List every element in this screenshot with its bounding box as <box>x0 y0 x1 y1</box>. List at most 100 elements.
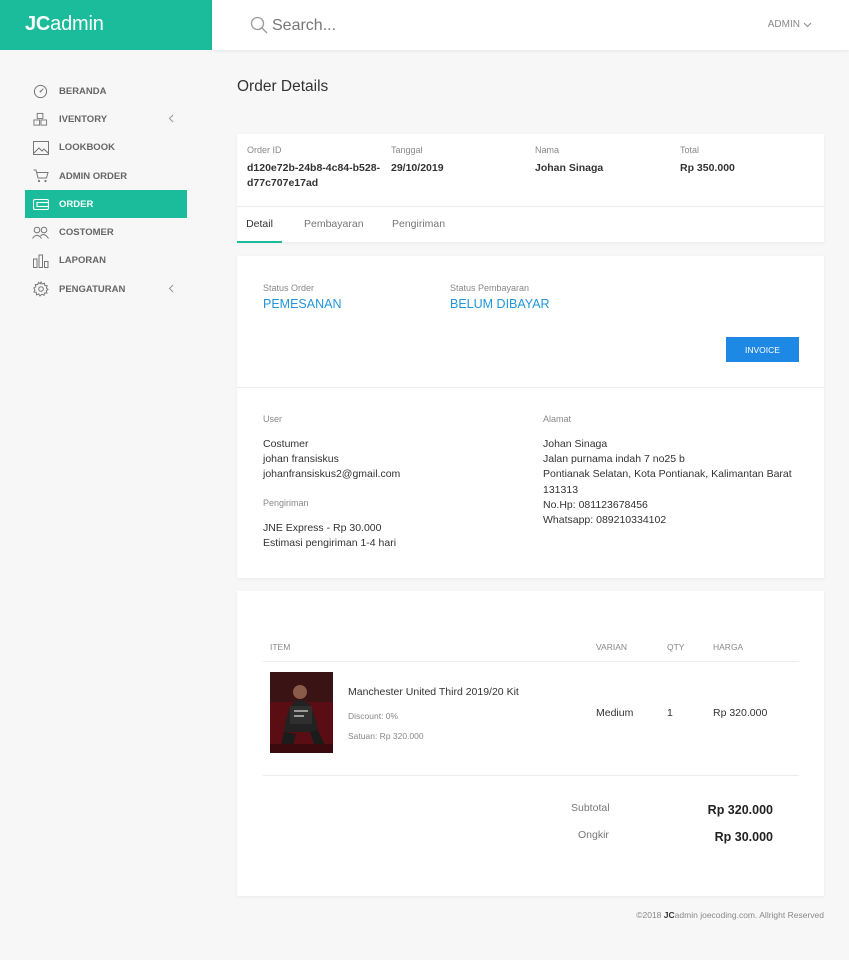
order-summary-card: Order ID d120e72b-24b8-4c84-b528- d77c70… <box>237 134 824 243</box>
column-header-harga: HARGA <box>713 642 744 652</box>
status-payment-value: BELUM DIBAYAR <box>450 297 550 311</box>
customer-name: Johan Sinaga <box>535 162 604 174</box>
search-input[interactable] <box>272 14 572 38</box>
footer: ©2018 JCadmin joecoding.com. Allright Re… <box>636 910 824 920</box>
chevron-down-icon <box>803 22 812 27</box>
bar-chart-icon <box>32 252 49 269</box>
search-icon[interactable] <box>250 16 268 34</box>
cart-icon <box>32 168 49 185</box>
product-variant: Medium <box>596 707 634 719</box>
product-discount: Discount: 0% <box>348 711 399 721</box>
product-unit-price: Satuan: Rp 320.000 <box>348 731 424 741</box>
brand-suffix: admin <box>50 13 104 35</box>
address-whatsapp: Whatsapp: 089210334102 <box>543 514 667 527</box>
footer-brand-bold: JC <box>663 910 675 920</box>
customer-name-block: Nama Johan Sinaga <box>535 145 603 176</box>
order-date-label: Tanggal <box>391 145 423 155</box>
status-payment-block: Status Pembayaran BELUM DIBAYAR <box>450 283 550 311</box>
sidebar-item-label: ADMIN ORDER <box>59 170 128 182</box>
order-id-line1: d120e72b-24b8-4c84-b528- <box>247 162 381 174</box>
admin-menu-label: ADMIN <box>767 19 800 30</box>
users-icon <box>32 224 49 241</box>
sidebar: BERANDA IVENTORY LOOKBOOK ADMIN ORDER OR… <box>25 77 187 303</box>
sidebar-item-laporan[interactable]: LAPORAN <box>25 247 187 275</box>
shipping-cost-label: Ongkir <box>578 829 609 841</box>
order-items-card: ITEM VARIAN QTY HARGA Manchester United … <box>237 591 824 896</box>
order-id-block: Order ID d120e72b-24b8-4c84-b528- d77c70… <box>247 145 387 191</box>
order-id-label: Order ID <box>247 145 282 155</box>
order-date: 29/10/2019 <box>391 162 444 174</box>
status-payment-label: Status Pembayaran <box>450 283 530 293</box>
order-date-block: Tanggal 29/10/2019 <box>391 145 444 176</box>
shipping-block: Pengiriman JNE Express - Rp 30.000 Estim… <box>263 498 396 551</box>
sidebar-item-label: LOOKBOOK <box>59 142 115 154</box>
shipping-cost-value: Rp 30.000 <box>714 830 773 844</box>
customer-name-label: Nama <box>535 145 560 155</box>
user-info-block: User Costumer johan fransiskus johanfran… <box>263 414 400 483</box>
user-name: johan fransiskus <box>263 453 339 466</box>
sidebar-item-lookbook[interactable]: LOOKBOOK <box>25 134 187 162</box>
sidebar-item-label: ORDER <box>59 198 94 210</box>
status-order-block: Status Order PEMESANAN <box>263 283 342 311</box>
tab-pengiriman[interactable]: Pengiriman <box>392 207 445 243</box>
brand-logo[interactable]: JCadmin <box>0 0 212 50</box>
sidebar-item-pengaturan[interactable]: PENGATURAN <box>25 275 187 303</box>
brand-prefix: JC <box>25 13 51 35</box>
page-title: Order Details <box>237 78 329 95</box>
sidebar-item-label: PENGATURAN <box>59 283 126 295</box>
product-price: Rp 320.000 <box>713 707 768 719</box>
subtotal-label: Subtotal <box>571 802 610 814</box>
footer-brand-rest: admin <box>674 910 698 920</box>
gear-icon <box>32 281 49 298</box>
order-total-block: Total Rp 350.000 <box>680 145 735 176</box>
table-row: Manchester United Third 2019/20 Kit Disc… <box>237 662 824 775</box>
sidebar-item-beranda[interactable]: BERANDA <box>25 77 187 105</box>
product-thumbnail[interactable] <box>270 672 333 753</box>
status-order-label: Status Order <box>263 283 315 293</box>
chevron-left-icon <box>168 114 174 123</box>
shipping-method: JNE Express - Rp 30.000 <box>263 522 382 534</box>
order-tabs: Detail Pembayaran Pengiriman <box>237 206 824 243</box>
footer-suffix: joecoding.com. Allright Reserved <box>700 910 824 920</box>
product-name[interactable]: Manchester United Third 2019/20 Kit <box>348 685 519 700</box>
footer-copyright: ©2018 <box>636 910 662 920</box>
divider <box>263 775 799 776</box>
invoice-button[interactable]: INVOICE <box>726 337 799 362</box>
sidebar-item-label: COSTOMER <box>59 227 114 239</box>
wallet-icon <box>32 196 49 213</box>
sidebar-item-order[interactable]: ORDER <box>25 190 187 219</box>
user-email: johanfransiskus2@gmail.com <box>263 468 401 481</box>
column-header-varian: VARIAN <box>596 642 628 652</box>
column-header-qty: QTY <box>667 642 685 652</box>
user-label: User <box>263 414 283 424</box>
dashboard-icon <box>32 83 49 100</box>
column-header-item: ITEM <box>270 642 291 652</box>
sidebar-item-costomer[interactable]: COSTOMER <box>25 218 187 246</box>
chevron-left-icon <box>168 284 174 293</box>
address-block: Alamat Johan Sinaga Jalan purnama indah … <box>543 414 813 528</box>
admin-menu[interactable]: ADMIN <box>768 19 812 30</box>
top-bar: ADMIN <box>212 0 849 50</box>
address-city: Pontianak Selatan, Kota Pontianak, Kalim… <box>543 468 792 481</box>
sidebar-item-label: LAPORAN <box>59 255 106 267</box>
address-postal: 131313 <box>543 483 579 496</box>
divider <box>237 387 824 388</box>
status-order-value: PEMESANAN <box>263 297 342 311</box>
sidebar-item-label: IVENTORY <box>59 113 108 125</box>
order-total: Rp 350.000 <box>680 162 735 174</box>
shipping-estimate: Estimasi pengiriman 1-4 hari <box>263 537 397 550</box>
address-phone: No.Hp: 081123678456 <box>543 498 648 511</box>
sidebar-item-label: BERANDA <box>59 85 107 97</box>
sidebar-item-iventory[interactable]: IVENTORY <box>25 105 187 133</box>
order-total-label: Total <box>680 145 700 155</box>
order-id-line2: d77c707e17ad <box>247 177 319 189</box>
sidebar-item-admin-order[interactable]: ADMIN ORDER <box>25 162 187 190</box>
cubes-icon <box>32 111 49 128</box>
address-label: Alamat <box>543 414 572 424</box>
tab-pembayaran[interactable]: Pembayaran <box>304 207 364 243</box>
shipping-label: Pengiriman <box>263 498 309 508</box>
address-name: Johan Sinaga <box>543 438 608 450</box>
order-detail-card: Status Order PEMESANAN Status Pembayaran… <box>237 256 824 578</box>
tab-detail[interactable]: Detail <box>237 207 282 243</box>
subtotal-value: Rp 320.000 <box>707 803 773 817</box>
